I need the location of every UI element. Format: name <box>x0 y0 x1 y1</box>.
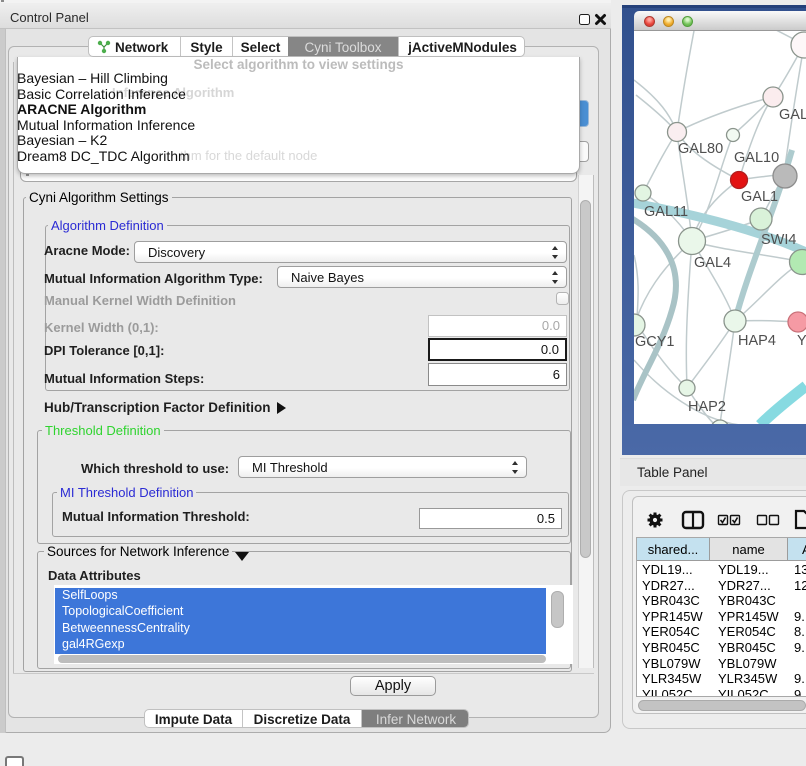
svg-text:GAL11: GAL11 <box>644 204 688 220</box>
svg-text:YE: YE <box>797 333 806 349</box>
svg-text:GAL10: GAL10 <box>734 150 779 166</box>
svg-text:SWI4: SWI4 <box>761 232 796 248</box>
svg-text:GAL7: GAL7 <box>779 107 806 123</box>
svg-text:GAL1: GAL1 <box>741 189 778 205</box>
svg-text:HAP2: HAP2 <box>688 399 726 415</box>
svg-text:GAL80: GAL80 <box>678 141 723 157</box>
svg-text:GCY1: GCY1 <box>635 334 675 350</box>
svg-text:HAP4: HAP4 <box>738 333 776 349</box>
svg-text:GAL4: GAL4 <box>694 255 731 271</box>
